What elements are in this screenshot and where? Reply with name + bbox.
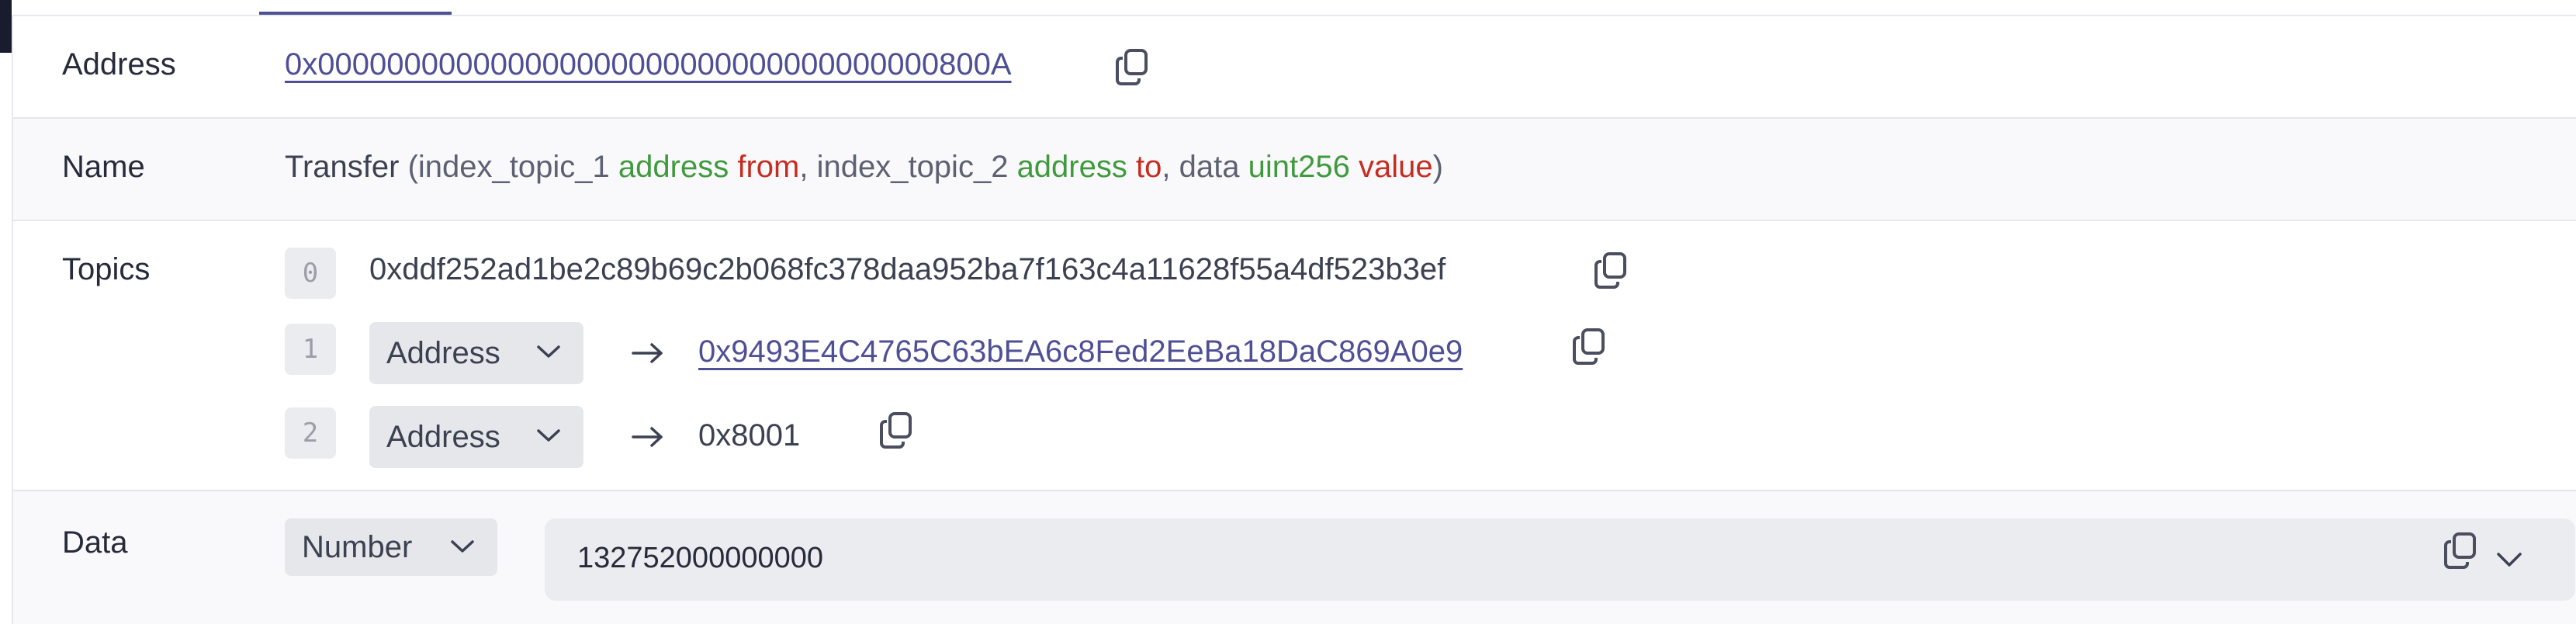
topics-label: Topics: [62, 252, 151, 286]
topic-1-address-link[interactable]: 0x9493E4C4765C63bEA6c8Fed2EeBa18DaC869A0…: [698, 335, 1463, 369]
data-label: Data: [62, 525, 128, 560]
open-paren: (: [407, 150, 418, 184]
data-value-field[interactable]: 132752000000000: [545, 518, 2575, 601]
active-tab-indicator: [259, 12, 452, 15]
chevron-down-icon: [537, 429, 560, 442]
separator-1: ,: [799, 150, 808, 184]
param-3-index: data: [1179, 150, 1240, 184]
param-1-index: index_topic_1: [417, 150, 610, 184]
param-2-index: index_topic_2: [816, 150, 1009, 184]
chevron-down-icon: [451, 540, 474, 553]
data-row: Data Number 132752000000000: [13, 491, 2576, 624]
copy-icon[interactable]: [1570, 327, 1608, 367]
topics-row: Topics 0 0xddf252ad1be2c89b69c2b068fc378…: [13, 221, 2576, 491]
copy-icon[interactable]: [1592, 251, 1629, 291]
topic-2-format-label: Address: [386, 420, 500, 454]
topic-index-badge: 0: [285, 248, 336, 299]
copy-icon[interactable]: [878, 411, 915, 451]
event-signature: Transfer (index_topic_1 address from, in…: [285, 150, 1443, 185]
data-format-label: Number: [302, 530, 413, 564]
name-label: Name: [62, 150, 145, 184]
param-3-name: value: [1358, 150, 1433, 184]
param-2-name: to: [1136, 150, 1162, 184]
dark-edge-strip: [0, 0, 12, 53]
address-label: Address: [62, 47, 176, 81]
close-paren: ): [1432, 150, 1443, 184]
arrow-right-icon: [632, 427, 663, 447]
address-row: Address 0x000000000000000000000000000000…: [13, 16, 2576, 119]
topic-0-hash: 0xddf252ad1be2c89b69c2b068fc378daa952ba7…: [369, 252, 1446, 286]
param-1-name: from: [737, 150, 800, 184]
data-format-select[interactable]: Number: [285, 518, 497, 576]
topic-1-format-select[interactable]: Address: [369, 322, 583, 384]
topic-2-format-select[interactable]: Address: [369, 406, 583, 468]
chevron-down-icon[interactable]: [2494, 548, 2525, 571]
copy-icon[interactable]: [1113, 47, 1151, 88]
param-3-type: uint256: [1248, 150, 1350, 184]
copy-icon[interactable]: [2442, 531, 2479, 571]
data-value: 132752000000000: [577, 542, 824, 574]
separator-2: ,: [1162, 150, 1171, 184]
event-name: Transfer: [285, 150, 400, 184]
arrow-right-icon: [632, 343, 663, 363]
topic-2-value: 0x8001: [698, 418, 801, 452]
chevron-down-icon: [537, 345, 560, 358]
topic-1-format-label: Address: [386, 336, 500, 370]
topic-index-badge: 2: [285, 407, 336, 459]
name-row: Name Transfer (index_topic_1 address fro…: [13, 119, 2576, 221]
log-details-panel: Address 0x000000000000000000000000000000…: [0, 0, 2576, 624]
topic-index-badge: 1: [285, 324, 336, 375]
param-2-type: address: [1016, 150, 1127, 184]
address-link[interactable]: 0x00000000000000000000000000000000000080…: [285, 47, 1012, 82]
param-1-type: address: [618, 150, 729, 184]
